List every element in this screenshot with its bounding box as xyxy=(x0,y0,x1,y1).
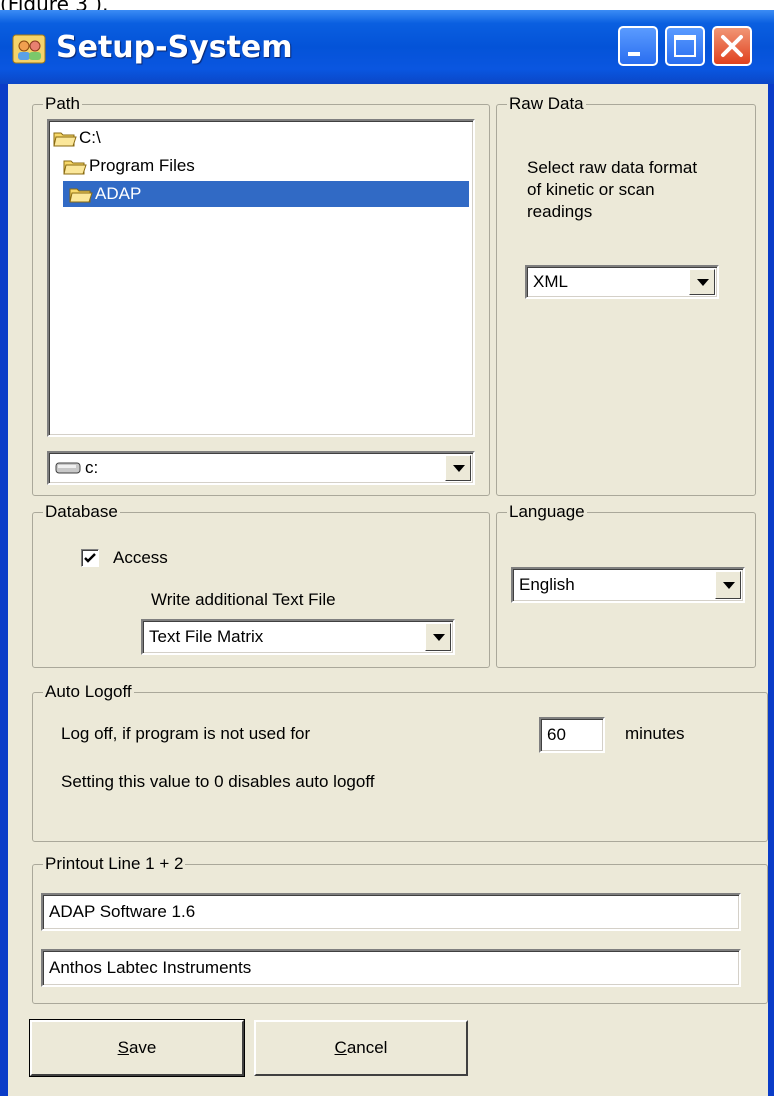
open-folder-icon xyxy=(53,132,77,147)
path-group: Path C:\ Program Files ADAP c: xyxy=(32,94,490,496)
minutes-input-value: 60 xyxy=(547,725,566,744)
app-icon xyxy=(12,34,46,64)
language-select[interactable]: English xyxy=(511,567,745,603)
tree-item-root[interactable]: C:\ xyxy=(53,125,101,151)
raw-data-description-3: readings xyxy=(527,202,593,221)
dialog-client-area: Path C:\ Program Files ADAP c: Raw Data … xyxy=(8,84,768,1096)
language-group: Language English xyxy=(496,502,756,668)
raw-data-group: Raw Data Select raw data format of kinet… xyxy=(496,94,756,496)
printout-line-2-value: Anthos Labtec Instruments xyxy=(49,958,252,977)
drive-select[interactable]: c: xyxy=(47,451,475,485)
minimize-button[interactable] xyxy=(618,26,658,66)
save-button[interactable]: Save xyxy=(29,1019,245,1077)
chevron-down-icon xyxy=(433,634,445,641)
drive-select-value: c: xyxy=(55,453,98,483)
close-button[interactable] xyxy=(712,26,752,66)
tree-item-adap[interactable]: ADAP xyxy=(63,181,469,207)
language-dropdown-button[interactable] xyxy=(715,571,741,599)
access-label: Access xyxy=(113,548,168,567)
tree-item-label: C:\ xyxy=(79,128,101,147)
maximize-icon xyxy=(674,35,696,57)
auto-logoff-group-label: Auto Logoff xyxy=(43,682,134,702)
printout-group-label: Printout Line 1 + 2 xyxy=(43,854,186,874)
drive-icon xyxy=(55,462,81,474)
setup-system-window: Setup-System Path C:\ Program Files ADAP… xyxy=(0,10,774,1096)
cancel-accelerator: C xyxy=(334,1038,347,1057)
path-group-label: Path xyxy=(43,94,82,114)
text-file-select[interactable]: Text File Matrix xyxy=(141,619,455,655)
tree-item-program-files[interactable]: Program Files xyxy=(63,153,195,179)
minutes-label: minutes xyxy=(625,724,685,743)
minimize-icon xyxy=(628,52,640,56)
chevron-down-icon xyxy=(697,279,709,286)
raw-data-format-value: XML xyxy=(533,272,568,291)
save-label: ave xyxy=(128,1038,157,1057)
text-file-dropdown-button[interactable] xyxy=(425,623,451,651)
raw-data-group-label: Raw Data xyxy=(507,94,586,114)
chevron-down-icon xyxy=(453,465,465,472)
save-accelerator: S xyxy=(117,1038,129,1057)
raw-data-format-select[interactable]: XML xyxy=(525,265,719,299)
open-folder-icon xyxy=(69,188,93,203)
tree-item-label: Program Files xyxy=(89,156,195,175)
format-dropdown-button[interactable] xyxy=(689,269,715,295)
folder-tree[interactable]: C:\ Program Files ADAP xyxy=(47,119,475,437)
minutes-input[interactable]: 60 xyxy=(539,717,605,753)
printout-line-2-input[interactable]: Anthos Labtec Instruments xyxy=(41,949,741,987)
title-bar[interactable]: Setup-System xyxy=(0,10,774,84)
database-group-label: Database xyxy=(43,502,120,522)
auto-logoff-group: Auto Logoff Log off, if program is not u… xyxy=(32,682,768,842)
language-value: English xyxy=(519,575,575,594)
checkmark-icon xyxy=(84,553,96,563)
access-checkbox[interactable] xyxy=(81,549,99,567)
window-title: Setup-System xyxy=(56,30,293,65)
maximize-button[interactable] xyxy=(665,26,705,66)
database-group: Database Access Write additional Text Fi… xyxy=(32,502,490,668)
printout-line-1-value: ADAP Software 1.6 xyxy=(49,902,196,921)
raw-data-description-2: of kinetic or scan xyxy=(527,180,655,199)
chevron-down-icon xyxy=(723,582,735,589)
language-group-label: Language xyxy=(507,502,587,522)
close-icon xyxy=(721,35,743,57)
drive-dropdown-button[interactable] xyxy=(445,455,471,481)
printout-group: Printout Line 1 + 2 ADAP Software 1.6 An… xyxy=(32,854,768,1004)
cancel-button[interactable]: Cancel xyxy=(254,1020,468,1076)
cancel-label: ancel xyxy=(346,1038,388,1057)
tree-item-label: ADAP xyxy=(95,184,142,203)
raw-data-description-1: Select raw data format xyxy=(527,158,698,177)
open-folder-icon xyxy=(63,160,87,175)
text-file-value: Text File Matrix xyxy=(149,627,264,646)
text-file-label: Write additional Text File xyxy=(151,590,336,609)
log-off-text: Log off, if program is not used for xyxy=(61,724,311,743)
drive-label: c: xyxy=(85,458,99,477)
auto-logoff-hint: Setting this value to 0 disables auto lo… xyxy=(61,772,375,791)
printout-line-1-input[interactable]: ADAP Software 1.6 xyxy=(41,893,741,931)
